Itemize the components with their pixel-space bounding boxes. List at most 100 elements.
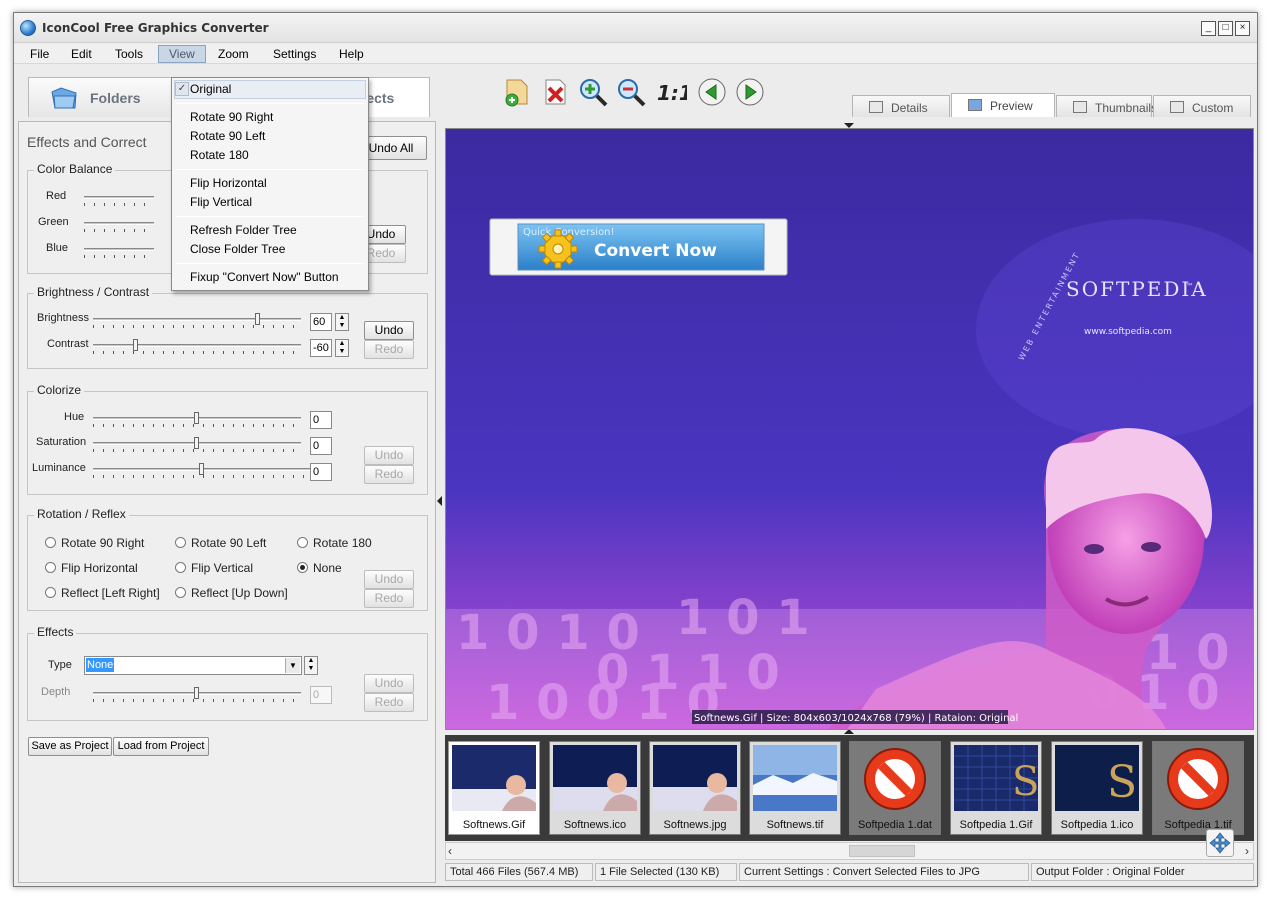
colorize-undo-button[interactable]: Undo bbox=[364, 446, 414, 465]
tab-folders[interactable]: Folders bbox=[28, 77, 178, 117]
menu-tools[interactable]: Tools bbox=[115, 47, 143, 61]
minimize-button[interactable]: _ bbox=[1201, 21, 1216, 36]
menu-close-folder-tree[interactable]: Close Folder Tree bbox=[190, 242, 285, 256]
menu-edit[interactable]: Edit bbox=[71, 47, 92, 61]
brightness-undo-button[interactable]: Undo bbox=[364, 321, 414, 340]
panel-title: Effects and Correct bbox=[27, 134, 147, 150]
saturation-slider[interactable] bbox=[93, 437, 301, 453]
hue-slider-thumb[interactable] bbox=[194, 412, 199, 424]
menu-settings[interactable]: Settings bbox=[273, 47, 316, 61]
svg-text:S: S bbox=[1012, 759, 1038, 805]
chevron-down-icon[interactable]: ▼ bbox=[285, 658, 300, 673]
contrast-value[interactable]: -60 bbox=[310, 339, 332, 357]
add-file-icon[interactable] bbox=[501, 76, 533, 108]
menu-rotate-90-left[interactable]: Rotate 90 Left bbox=[190, 129, 265, 143]
close-button[interactable]: × bbox=[1235, 21, 1250, 36]
menu-flip-horizontal[interactable]: Flip Horizontal bbox=[190, 176, 267, 190]
radio-rotate-90-right-label: Rotate 90 Right bbox=[61, 536, 145, 550]
radio-rotate-90-left[interactable] bbox=[175, 537, 186, 548]
save-project-button[interactable]: Save as Project bbox=[28, 737, 112, 756]
colorize-redo-button[interactable]: Redo bbox=[364, 465, 414, 484]
tab-thumbnails[interactable]: Thumbnails bbox=[1056, 95, 1157, 117]
effects-undo-button[interactable]: Undo bbox=[364, 674, 414, 693]
radio-flip-horizontal[interactable] bbox=[45, 562, 56, 573]
thumbnail-item[interactable]: Softnews.Gif bbox=[448, 741, 540, 835]
depth-slider-thumb[interactable] bbox=[194, 687, 199, 699]
thumbnail-item[interactable]: Softpedia 1.dat bbox=[849, 741, 941, 835]
app-icon bbox=[20, 20, 36, 36]
rotation-undo-button[interactable]: Undo bbox=[364, 570, 414, 589]
menu-rotate-180[interactable]: Rotate 180 bbox=[190, 148, 249, 162]
radio-reflect-up-down[interactable] bbox=[175, 587, 186, 598]
radio-flip-horizontal-label: Flip Horizontal bbox=[61, 561, 138, 575]
brightness-redo-button[interactable]: Redo bbox=[364, 340, 414, 359]
delete-icon[interactable] bbox=[539, 76, 571, 108]
green-slider[interactable] bbox=[84, 219, 154, 233]
menu-rotate-90-right[interactable]: Rotate 90 Right bbox=[190, 110, 273, 124]
hue-value[interactable]: 0 bbox=[310, 411, 332, 429]
menu-zoom[interactable]: Zoom bbox=[218, 47, 249, 61]
thumbnail-item[interactable]: S Softpedia 1.Gif bbox=[950, 741, 1042, 835]
fit-view-button[interactable] bbox=[1206, 829, 1234, 857]
menu-original[interactable]: Original bbox=[190, 82, 231, 96]
previous-icon[interactable] bbox=[696, 76, 728, 108]
colorize-legend: Colorize bbox=[34, 383, 85, 397]
thumbnail-item[interactable]: Softpedia 1.tif bbox=[1152, 741, 1244, 835]
red-slider[interactable] bbox=[84, 193, 154, 207]
radio-rotate-90-right[interactable] bbox=[45, 537, 56, 548]
blue-slider[interactable] bbox=[84, 245, 154, 259]
tab-custom[interactable]: Custom bbox=[1153, 95, 1251, 117]
tab-preview[interactable]: Preview bbox=[951, 93, 1055, 117]
convert-now-banner[interactable]: Quick Conversion! Convert Now bbox=[489, 218, 788, 276]
collapse-left-arrow[interactable] bbox=[437, 496, 442, 506]
load-project-button[interactable]: Load from Project bbox=[113, 737, 209, 756]
radio-none[interactable] bbox=[297, 562, 308, 573]
next-icon[interactable] bbox=[734, 76, 766, 108]
thumbnail-item[interactable]: Softnews.tif bbox=[749, 741, 841, 835]
depth-value[interactable]: 0 bbox=[310, 686, 332, 704]
menu-flip-vertical[interactable]: Flip Vertical bbox=[190, 195, 252, 209]
menu-file[interactable]: File bbox=[30, 47, 49, 61]
hue-label: Hue bbox=[64, 411, 85, 423]
tab-details[interactable]: Details bbox=[852, 95, 950, 117]
radio-flip-vertical[interactable] bbox=[175, 562, 186, 573]
menu-refresh-folder-tree[interactable]: Refresh Folder Tree bbox=[190, 223, 297, 237]
hue-slider[interactable] bbox=[93, 412, 301, 428]
rotation-redo-button[interactable]: Redo bbox=[364, 589, 414, 608]
scroll-thumb[interactable] bbox=[849, 845, 915, 857]
red-label: Red bbox=[46, 190, 67, 202]
effect-type-select[interactable]: None ▼ bbox=[84, 656, 302, 675]
contrast-slider[interactable] bbox=[93, 339, 301, 355]
horizontal-scrollbar[interactable]: ‹ › bbox=[445, 842, 1254, 860]
menu-help[interactable]: Help bbox=[339, 47, 364, 61]
brightness-spinner[interactable]: ▲ ▼ bbox=[335, 313, 349, 331]
depth-slider[interactable] bbox=[93, 687, 301, 703]
zoom-out-icon[interactable] bbox=[615, 76, 647, 108]
scroll-left-arrow[interactable]: ‹ bbox=[448, 844, 452, 858]
saturation-value[interactable]: 0 bbox=[310, 437, 332, 455]
saturation-slider-thumb[interactable] bbox=[194, 437, 199, 449]
scroll-right-arrow[interactable]: › bbox=[1245, 844, 1249, 858]
thumbnail-item[interactable]: Softnews.jpg bbox=[649, 741, 741, 835]
maximize-button[interactable]: □ bbox=[1218, 21, 1233, 36]
radio-rotate-180[interactable] bbox=[297, 537, 308, 548]
luminance-slider-thumb[interactable] bbox=[199, 463, 204, 475]
brightness-slider[interactable] bbox=[93, 313, 301, 329]
contrast-spinner[interactable]: ▲ ▼ bbox=[335, 339, 349, 357]
effects-redo-button[interactable]: Redo bbox=[364, 693, 414, 712]
effect-type-spinner[interactable]: ▲ ▼ bbox=[304, 656, 318, 675]
thumbnail-item[interactable]: Softnews.ico bbox=[549, 741, 641, 835]
thumbnail-item[interactable]: S Softpedia 1.ico bbox=[1051, 741, 1143, 835]
menu-fixup-convert-now[interactable]: Fixup "Convert Now" Button bbox=[190, 270, 339, 284]
brightness-value[interactable]: 60 bbox=[310, 313, 332, 331]
luminance-slider[interactable] bbox=[93, 463, 311, 479]
radio-reflect-left-right[interactable] bbox=[45, 587, 56, 598]
luminance-value[interactable]: 0 bbox=[310, 463, 332, 481]
image-preview[interactable]: 1 0 1 0 0 1 1 0 1 0 0 1 0 1 0 1 0 1 0 1 … bbox=[445, 128, 1254, 730]
menu-view[interactable]: View bbox=[158, 45, 206, 63]
status-settings: Current Settings : Convert Selected File… bbox=[739, 863, 1029, 881]
contrast-slider-thumb[interactable] bbox=[133, 339, 138, 351]
zoom-in-icon[interactable] bbox=[577, 76, 609, 108]
brightness-slider-thumb[interactable] bbox=[255, 313, 260, 325]
actual-size-icon[interactable]: 1:1 bbox=[655, 76, 687, 108]
